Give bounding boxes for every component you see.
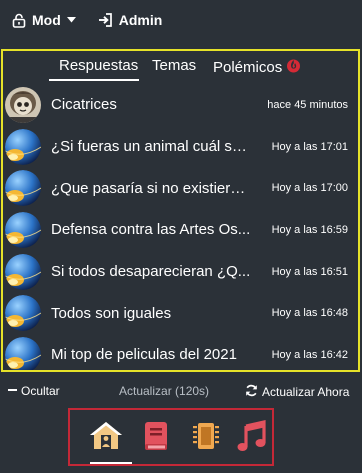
home-icon — [88, 420, 124, 458]
thread-title: ¿Que pasaría si no existieran... — [51, 179, 251, 197]
planet-avatar — [5, 128, 41, 165]
minus-icon — [8, 384, 17, 398]
thread-row[interactable]: ¿Si fueras un animal cuál ser... Hoy a l… — [3, 126, 358, 168]
fire-icon — [286, 57, 301, 77]
thread-list: Cicatrices hace 45 minutos ¿Si fueras un… — [3, 84, 358, 370]
thread-row[interactable]: ¿Que pasaría si no existieran... Hoy a l… — [3, 167, 358, 209]
active-tab-indicator — [49, 79, 139, 81]
music-icon — [237, 420, 267, 458]
nav-home[interactable] — [86, 420, 126, 458]
thread-time: Hoy a las 16:51 — [271, 265, 348, 278]
thread-title: Todos son iguales — [51, 304, 172, 322]
tab-answers[interactable]: Respuestas — [59, 57, 138, 74]
thread-title: Mi top de peliculas del 2021 — [51, 346, 237, 364]
character-avatar — [5, 86, 41, 123]
thread-row[interactable]: Si todos desaparecieran ¿Q... Hoy a las … — [3, 251, 358, 293]
tab-controversial-label: Polémicos — [213, 58, 283, 76]
chip-icon — [192, 420, 220, 458]
mod-menu[interactable]: Mod — [12, 12, 76, 28]
nav-book[interactable] — [136, 420, 176, 458]
thread-title: Si todos desaparecieran ¿Q... — [51, 263, 251, 281]
nav-chip[interactable] — [186, 420, 226, 458]
tab-controversial[interactable]: Polémicos — [213, 57, 301, 77]
tab-topics[interactable]: Temas — [152, 57, 196, 74]
thread-title: ¿Si fueras un animal cuál ser... — [51, 138, 251, 156]
thread-row[interactable]: Todos son iguales Hoy a las 16:48 — [3, 292, 358, 334]
thread-title: Cicatrices — [51, 96, 117, 114]
planet-avatar — [5, 295, 41, 332]
refresh-countdown: Actualizar (120s) — [119, 384, 210, 398]
thread-title: Defensa contra las Artes Os... — [51, 221, 251, 239]
refresh-now-label: Actualizar Ahora — [262, 385, 350, 399]
admin-link[interactable]: Admin — [98, 12, 163, 28]
threads-panel: Respuestas Temas Polémicos Cicatrices ha… — [1, 49, 360, 372]
login-icon — [98, 13, 113, 27]
thread-row[interactable]: Cicatrices hace 45 minutos — [3, 84, 358, 126]
thread-time: Hoy a las 17:00 — [271, 182, 348, 195]
thread-time: Hoy a las 16:48 — [271, 307, 348, 320]
hide-label: Ocultar — [21, 384, 60, 398]
planet-avatar — [5, 170, 41, 207]
admin-label: Admin — [118, 12, 163, 28]
planet-avatar — [5, 211, 41, 248]
hide-button[interactable]: Ocultar — [8, 384, 60, 398]
nav-active-indicator — [90, 462, 132, 464]
thread-time: hace 45 minutos — [267, 98, 348, 111]
tab-bar: Respuestas Temas Polémicos — [3, 51, 358, 82]
lock-icon — [12, 13, 26, 28]
thread-row[interactable]: Mi top de peliculas del 2021 Hoy a las 1… — [3, 334, 358, 370]
thread-time: Hoy a las 16:59 — [271, 223, 348, 236]
nav-music[interactable] — [232, 420, 272, 458]
chevron-down-icon — [66, 17, 76, 23]
refresh-icon — [245, 384, 258, 400]
thread-row[interactable]: Defensa contra las Artes Os... Hoy a las… — [3, 209, 358, 251]
top-bar: Mod Admin — [0, 0, 362, 40]
thread-time: Hoy a las 16:42 — [271, 348, 348, 361]
list-footer: Ocultar Actualizar (120s) Actualizar Aho… — [0, 378, 362, 402]
thread-time: Hoy a las 17:01 — [271, 140, 348, 153]
bottom-nav — [68, 408, 274, 466]
planet-avatar — [5, 336, 41, 370]
refresh-now-button[interactable]: Actualizar Ahora — [245, 384, 349, 400]
book-icon — [143, 420, 169, 458]
planet-avatar — [5, 253, 41, 290]
mod-label: Mod — [32, 12, 61, 28]
